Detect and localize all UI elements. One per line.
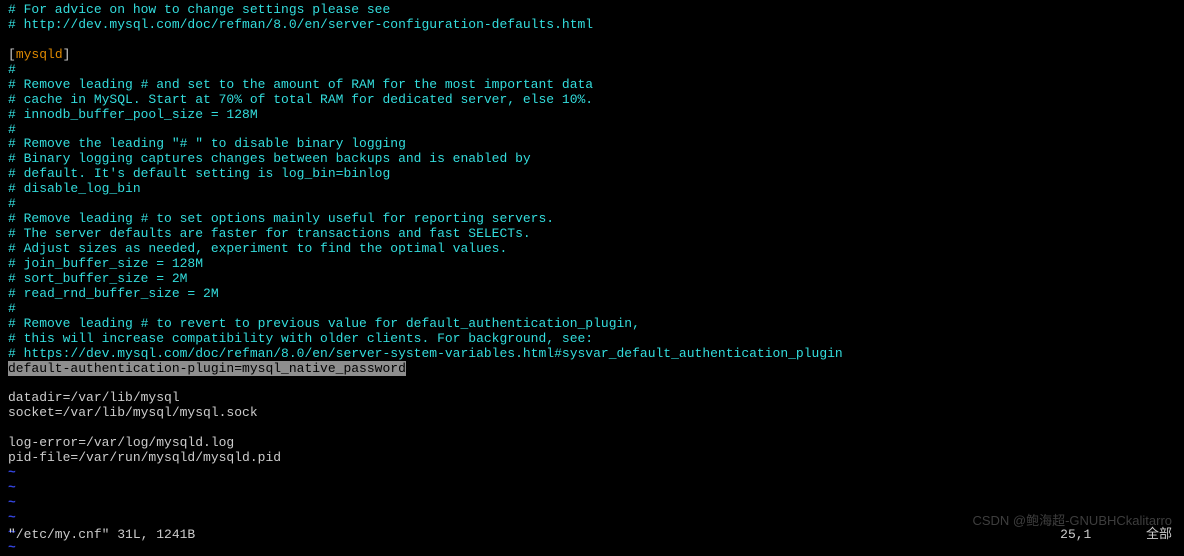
- editor-line[interactable]: # innodb_buffer_pool_size = 128M: [8, 108, 1176, 123]
- watermark-text: CSDN @鲍海超-GNUBHCkalitarro: [972, 514, 1172, 529]
- terminal-editor-content[interactable]: # For advice on how to change settings p…: [8, 3, 1176, 556]
- editor-line[interactable]: # https://dev.mysql.com/doc/refman/8.0/e…: [8, 347, 1176, 362]
- editor-line[interactable]: # Remove leading # to revert to previous…: [8, 317, 1176, 332]
- editor-line[interactable]: # Binary logging captures changes betwee…: [8, 152, 1176, 167]
- editor-line[interactable]: # join_buffer_size = 128M: [8, 257, 1176, 272]
- editor-line[interactable]: # For advice on how to change settings p…: [8, 3, 1176, 18]
- vim-empty-line-tilde: ~: [8, 496, 1176, 511]
- vim-status-line: "/etc/my.cnf" 31L, 1241B: [8, 528, 195, 543]
- editor-line[interactable]: #: [8, 123, 1176, 138]
- editor-line[interactable]: #: [8, 63, 1176, 78]
- editor-line[interactable]: # Remove the leading "# " to disable bin…: [8, 137, 1176, 152]
- editor-line[interactable]: # The server defaults are faster for tra…: [8, 227, 1176, 242]
- editor-line[interactable]: [8, 376, 1176, 391]
- editor-line[interactable]: socket=/var/lib/mysql/mysql.sock: [8, 406, 1176, 421]
- vim-empty-line-tilde: ~: [8, 466, 1176, 481]
- editor-line[interactable]: #: [8, 197, 1176, 212]
- editor-line[interactable]: [8, 421, 1176, 436]
- editor-line[interactable]: # Adjust sizes as needed, experiment to …: [8, 242, 1176, 257]
- editor-line[interactable]: log-error=/var/log/mysqld.log: [8, 436, 1176, 451]
- editor-line[interactable]: #: [8, 302, 1176, 317]
- editor-line[interactable]: # this will increase compatibility with …: [8, 332, 1176, 347]
- editor-line[interactable]: # sort_buffer_size = 2M: [8, 272, 1176, 287]
- editor-line[interactable]: [mysqld]: [8, 48, 1176, 63]
- vim-empty-line-tilde: ~: [8, 481, 1176, 496]
- editor-line[interactable]: default-authentication-plugin=mysql_nati…: [8, 362, 1176, 377]
- editor-line[interactable]: # cache in MySQL. Start at 70% of total …: [8, 93, 1176, 108]
- editor-line[interactable]: # read_rnd_buffer_size = 2M: [8, 287, 1176, 302]
- editor-line[interactable]: # Remove leading # and set to the amount…: [8, 78, 1176, 93]
- editor-line[interactable]: # Remove leading # to set options mainly…: [8, 212, 1176, 227]
- editor-line[interactable]: # disable_log_bin: [8, 182, 1176, 197]
- highlighted-config-line: default-authentication-plugin=mysql_nati…: [8, 361, 406, 376]
- editor-line[interactable]: # default. It's default setting is log_b…: [8, 167, 1176, 182]
- editor-line[interactable]: pid-file=/var/run/mysqld/mysqld.pid: [8, 451, 1176, 466]
- editor-line[interactable]: # http://dev.mysql.com/doc/refman/8.0/en…: [8, 18, 1176, 33]
- editor-line[interactable]: datadir=/var/lib/mysql: [8, 391, 1176, 406]
- vim-status-right: 25,1 全部: [1060, 528, 1172, 543]
- editor-line[interactable]: [8, 33, 1176, 48]
